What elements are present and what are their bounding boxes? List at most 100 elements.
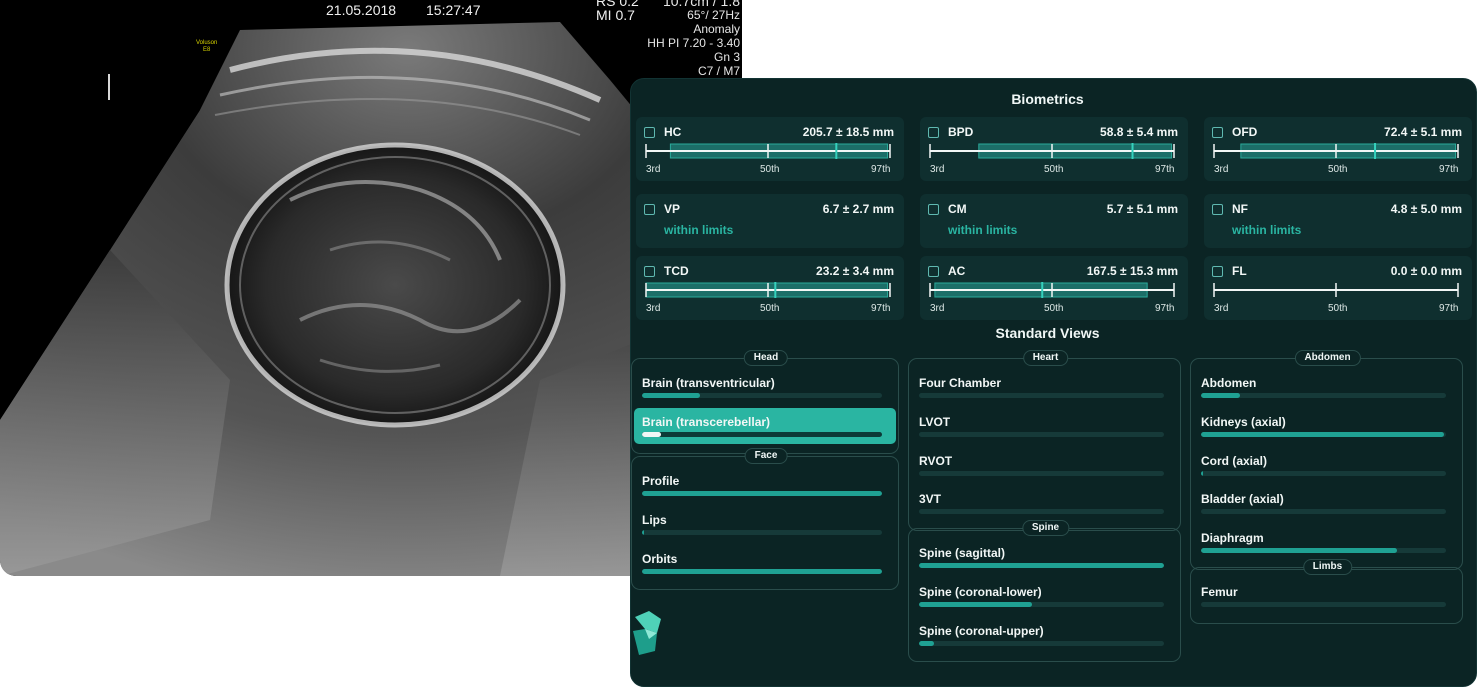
biometric-card[interactable]: TCD 23.2 ± 3.4 mm 3rd 50th 97th — [636, 256, 904, 320]
biometric-card[interactable]: OFD 72.4 ± 5.1 mm 3rd 50th 97th — [1204, 117, 1472, 181]
view-item[interactable]: Cord (axial) — [1193, 447, 1460, 483]
percentile-tick-label: 97th — [1155, 303, 1175, 314]
view-name: Brain (transcerebellar) — [642, 414, 771, 429]
biometric-checkbox[interactable] — [1212, 204, 1223, 215]
biometric-card[interactable]: BPD 58.8 ± 5.4 mm 3rd 50th 97th — [920, 117, 1188, 181]
view-progress-fill — [1201, 393, 1241, 398]
view-name: Diaphragm — [1201, 531, 1264, 546]
view-progress-track — [919, 601, 1164, 607]
percentile-scale — [929, 143, 1175, 159]
biometric-checkbox[interactable] — [928, 266, 939, 277]
percentile-tick-label: 50th — [1328, 303, 1348, 314]
biometric-card[interactable]: HC 205.7 ± 18.5 mm 3rd 50th 97th — [636, 117, 904, 181]
percentile-tick-label: 97th — [1155, 164, 1175, 175]
biometric-checkbox[interactable] — [928, 127, 939, 138]
biometric-card[interactable]: NF 4.8 ± 5.0 mm within limits — [1204, 194, 1472, 248]
view-item[interactable]: RVOT — [911, 447, 1178, 483]
biometric-value: 167.5 ± 15.3 mm — [1086, 264, 1178, 278]
biometric-checkbox[interactable] — [928, 204, 939, 215]
biometric-checkbox[interactable] — [644, 266, 655, 277]
view-progress-track — [1201, 509, 1446, 515]
view-progress-track — [642, 491, 882, 496]
view-progress-fill — [642, 568, 882, 574]
biometric-card[interactable]: AC 167.5 ± 15.3 mm 3rd 50th 97th — [920, 256, 1188, 320]
view-progress-track — [919, 640, 1164, 646]
param-line: 10.7cm / 1.8 — [662, 0, 740, 9]
view-progress-track — [1201, 548, 1446, 554]
view-name: Spine (sagittal) — [919, 546, 1006, 560]
biometric-name: VP — [664, 202, 681, 216]
view-item[interactable]: Kidneys (axial) — [1193, 408, 1460, 444]
view-name: Femur — [1201, 585, 1238, 599]
view-item[interactable]: Spine (sagittal) — [911, 539, 1178, 575]
percentile-tick-label: 97th — [871, 303, 891, 314]
biometric-card[interactable]: FL 0.0 ± 0.0 mm 3rd 50th 97th — [1204, 256, 1472, 320]
percentile-tick-label: 3rd — [930, 164, 945, 175]
view-progress-track — [642, 393, 882, 398]
biometric-name: BPD — [948, 125, 974, 139]
view-item[interactable]: Profile — [634, 467, 896, 503]
percentile-tick-label: 50th — [760, 164, 780, 175]
view-progress-fill — [919, 563, 1164, 568]
view-item[interactable]: Bladder (axial) — [1193, 485, 1460, 521]
view-progress-track — [919, 563, 1164, 568]
param-line: C7 / M7 — [697, 64, 740, 78]
view-progress-track — [1201, 431, 1446, 437]
view-item[interactable]: 3VT — [911, 485, 1178, 521]
percentile-tick-label: 3rd — [1214, 303, 1229, 314]
view-progress-track — [919, 431, 1164, 437]
view-item[interactable]: Four Chamber — [911, 369, 1178, 405]
biometric-name: CM — [948, 202, 967, 216]
biometric-checkbox[interactable] — [644, 204, 655, 215]
biometric-card[interactable]: VP 6.7 ± 2.7 mm within limits — [636, 194, 904, 248]
view-progress-track — [919, 509, 1164, 515]
view-progress-fill — [642, 393, 700, 398]
view-progress-track — [642, 529, 882, 535]
view-item[interactable]: Lips — [634, 506, 896, 542]
view-item[interactable]: LVOT — [911, 408, 1178, 444]
percentile-tick-label: 97th — [871, 164, 891, 175]
view-group-heart: Heart Four Chamber LVOT RVOT 3VT — [908, 350, 1181, 532]
percentile-tick-label: 3rd — [646, 164, 661, 175]
view-item[interactable]: Abdomen — [1193, 369, 1460, 405]
view-item[interactable]: Femur — [1193, 578, 1460, 614]
scan-date: 21.05.2018 — [326, 2, 397, 18]
view-group-label: Spine — [1021, 520, 1070, 536]
scan-parameters: 10.7cm / 1.8 65°/ 27Hz Anomaly HH PI 7.2… — [647, 0, 740, 78]
biometric-value: 58.8 ± 5.4 mm — [1100, 125, 1178, 139]
brand-logo-icon — [633, 611, 661, 655]
view-progress-track — [1201, 470, 1446, 476]
biometric-checkbox[interactable] — [1212, 266, 1223, 277]
biometric-checkbox[interactable] — [1212, 127, 1223, 138]
view-item[interactable]: Brain (transcerebellar) — [634, 407, 896, 444]
view-name: 3VT — [919, 492, 942, 507]
view-group-label: Face — [744, 448, 788, 464]
view-name: Lips — [642, 512, 667, 527]
view-progress-track — [642, 568, 882, 574]
biometric-value: 6.7 ± 2.7 mm — [822, 202, 894, 216]
view-item[interactable]: Diaphragm — [1193, 524, 1460, 560]
biometric-status: within limits — [1232, 223, 1302, 237]
mi-line: MI 0.7 — [596, 7, 635, 23]
view-item[interactable]: Brain (transventricular) — [634, 369, 896, 405]
view-group-label: Head — [743, 350, 789, 366]
biometric-checkbox[interactable] — [644, 127, 655, 138]
measurement-cursor — [108, 74, 110, 100]
view-name: Four Chamber — [919, 376, 1002, 390]
percentile-tick-label: 50th — [1328, 164, 1348, 175]
biometric-card[interactable]: CM 5.7 ± 5.1 mm within limits — [920, 194, 1188, 248]
view-progress-fill — [642, 491, 882, 496]
view-group-label: Limbs — [1302, 559, 1353, 575]
view-progress-track — [919, 470, 1164, 476]
view-name: LVOT — [919, 414, 951, 429]
view-item[interactable]: Orbits — [634, 545, 896, 581]
biometric-name: OFD — [1232, 125, 1258, 139]
view-progress-track — [1201, 393, 1446, 398]
param-line: HH PI 7.20 - 3.40 — [647, 36, 740, 50]
percentile-scale — [1213, 283, 1459, 297]
view-name: Profile — [642, 474, 680, 488]
biometric-name: TCD — [664, 264, 689, 278]
standard-views-title: Standard Views — [995, 325, 1100, 341]
view-item[interactable]: Spine (coronal-lower) — [911, 578, 1178, 614]
view-item[interactable]: Spine (coronal-upper) — [911, 617, 1178, 653]
